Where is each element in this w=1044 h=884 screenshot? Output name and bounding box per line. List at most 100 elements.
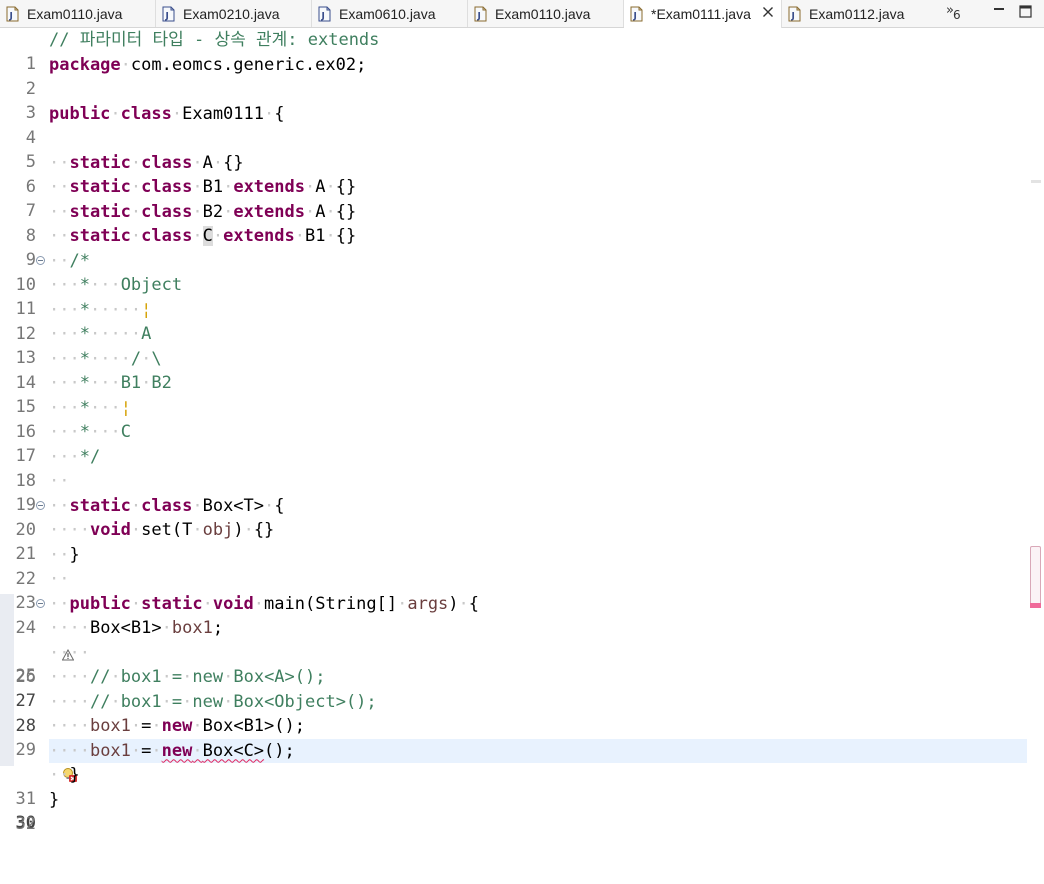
code-line-4[interactable]: 4 public·class·Exam0111·{: [0, 102, 1028, 148]
maximize-icon: [1019, 5, 1032, 18]
code-line-15[interactable]: 15 ···*···B1·B2: [0, 371, 1028, 417]
code-text: ···*···C: [49, 422, 131, 442]
code-text: ···*···B1·B2: [49, 373, 172, 393]
code-text: ··}: [49, 544, 80, 565]
code-line-20[interactable]: 20 ··static·class·Box<T>·{: [0, 494, 1028, 540]
overview-ruler[interactable]: [1028, 28, 1044, 818]
code-line-30[interactable]: 30 ····box1·=·new·Box<C>();: [0, 738, 1028, 833]
code-text: ··static·class·A·{}: [49, 152, 244, 173]
tab-label: *Exam0111.java: [651, 6, 751, 22]
minimize-button[interactable]: [993, 5, 1005, 23]
code-line-13[interactable]: 13 ···*·····A: [0, 322, 1028, 368]
tab-exam0110-b[interactable]: J Exam0110.java: [468, 0, 624, 27]
code-line-16[interactable]: 16 ···*···¦: [0, 396, 1028, 442]
code-text: ····Box<B1>·box1;: [49, 618, 224, 638]
code-line-8[interactable]: 8 ··static·class·B2·extends·A·{}: [0, 200, 1028, 246]
minimize-icon: [994, 8, 1004, 10]
code-line-21[interactable]: 21 ····void·set(T·obj)·{}: [0, 518, 1028, 564]
code-text: ··public·static·void·main(String[]·args)…: [49, 593, 480, 614]
code-line-22[interactable]: 22 ··}: [0, 543, 1028, 589]
code-text: ····//·box1·=·new·Box<Object>();: [49, 691, 377, 712]
code-text: public·class·Exam0111·{: [49, 103, 285, 124]
fold-collapse-icon[interactable]: [36, 598, 45, 608]
close-tab-icon[interactable]: [761, 5, 775, 23]
code-line-6[interactable]: 6 ··static·class·A·{}: [0, 151, 1028, 197]
code-text: ···*·····¦: [49, 299, 152, 320]
code-line-23[interactable]: 23 ··: [0, 567, 1028, 613]
code-text: ···*····/·\: [49, 348, 162, 369]
tab-exam0210[interactable]: J Exam0210.java: [156, 0, 312, 27]
code-line-10[interactable]: 10 ··/*: [0, 249, 1028, 295]
code-text: ··static·class·B2·extends·A·{}: [49, 201, 357, 222]
fold-collapse-icon[interactable]: [36, 255, 45, 265]
code-line-7[interactable]: 7 ··static·class·B1·extends·A·{}: [0, 175, 1028, 221]
svg-text:J: J: [321, 11, 325, 21]
code-text: ··}: [49, 765, 80, 785]
code-line-27[interactable]: 27 ····//·box1·=·new·Box<A>();: [0, 665, 1028, 711]
code-line-12[interactable]: 12 ···*·····¦: [0, 298, 1028, 344]
code-text: ···*·····A: [49, 324, 152, 344]
code-line-17[interactable]: 17 ···*···C: [0, 420, 1028, 466]
code-text: ····void·set(T·obj)·{}: [49, 520, 275, 540]
code-line-26[interactable]: 26 ····: [0, 641, 1028, 687]
code-text: ····box1·=·new·Box<B1>();: [49, 716, 305, 736]
java-file-icon: J: [474, 6, 487, 22]
code-line-24[interactable]: 24 ··public·static·void·main(String[]·ar…: [0, 592, 1028, 638]
code-text: package·com.eomcs.generic.ex02;: [49, 54, 367, 75]
code-text: ···*···¦: [49, 397, 131, 418]
code-line-3[interactable]: 3: [0, 77, 1028, 123]
java-file-icon: J: [630, 6, 643, 22]
fold-collapse-icon[interactable]: [36, 500, 45, 510]
code-line-25[interactable]: 25 ····Box<B1>·box1;: [0, 616, 1028, 686]
code-line-28[interactable]: 28 ····//·box1·=·new·Box<Object>();: [0, 690, 1028, 736]
tab-overflow-button[interactable]: »6: [946, 3, 962, 22]
tab-label: Exam0112.java: [809, 5, 905, 22]
code-line-2[interactable]: 2 package·com.eomcs.generic.ex02;: [0, 53, 1028, 99]
java-file-icon: J: [6, 6, 19, 22]
code-text: // 파라미터 타입 - 상속 관계: extends: [49, 30, 380, 50]
overview-scroll-thumb[interactable]: [1030, 546, 1041, 608]
editor-tab-bar: J Exam0110.java J Exam0210.java J Exam06…: [0, 0, 1044, 28]
code-line-19[interactable]: 19 ··: [0, 469, 1028, 515]
code-line-18[interactable]: 18 ···*/: [0, 445, 1028, 491]
tab-overflow-count: 6: [952, 8, 961, 22]
code-text: ··static·class·B1·extends·A·{}: [49, 177, 357, 197]
tab-exam0610[interactable]: J Exam0610.java: [312, 0, 468, 27]
svg-text:J: J: [165, 11, 169, 21]
code-line-32[interactable]: 32 }: [0, 788, 1028, 834]
code-text: ····: [49, 642, 90, 663]
code-text: ··: [49, 471, 70, 491]
code-line-1[interactable]: 1 // 파라미터 타입 - 상속 관계: extends: [0, 28, 1028, 74]
java-file-icon: J: [788, 6, 801, 22]
java-file-icon: J: [318, 6, 331, 22]
overview-error-marker[interactable]: [1030, 603, 1041, 608]
tab-label: Exam0110.java: [27, 5, 123, 22]
tab-label: Exam0610.java: [339, 5, 436, 22]
code-line-9[interactable]: 9 ··static·class·C·extends·B1·{}: [0, 224, 1028, 270]
tab-exam0111[interactable]: J *Exam0111.java: [624, 0, 782, 28]
code-text: ····box1·=·new·Box<C>();: [49, 740, 295, 761]
code-line-14[interactable]: 14 ···*····/·\: [0, 347, 1028, 393]
code-line-29[interactable]: 29 ····box1·=·new·Box<B1>();: [0, 714, 1028, 760]
code-text: ···*···Object: [49, 275, 183, 295]
code-line-5[interactable]: 5: [0, 126, 1028, 172]
code-text: ···*/: [49, 446, 101, 467]
overview-occurrence-marker[interactable]: [1031, 180, 1041, 183]
code-text: ··/*: [49, 250, 90, 271]
code-line-31[interactable]: 31 ··}: [0, 763, 1028, 809]
code-editor[interactable]: 1 // 파라미터 타입 - 상속 관계: extends 2 package·…: [0, 28, 1044, 834]
code-text: ····//·box1·=·new·Box<A>();: [49, 667, 326, 687]
code-line-11[interactable]: 11 ···*···Object: [0, 273, 1028, 319]
svg-text:J: J: [633, 12, 637, 22]
java-file-icon: J: [162, 6, 175, 22]
svg-text:J: J: [477, 11, 481, 21]
code-text: ··static·class·Box<T>·{: [49, 495, 285, 516]
code-text: }: [49, 789, 60, 810]
tab-label: Exam0210.java: [183, 5, 280, 22]
tab-label: Exam0110.java: [495, 5, 591, 22]
svg-text:J: J: [9, 11, 13, 21]
tab-exam0112[interactable]: J Exam0112.java: [782, 0, 938, 27]
tab-exam0110-a[interactable]: J Exam0110.java: [0, 0, 156, 27]
maximize-button[interactable]: [1019, 5, 1032, 23]
code-text: ··static·class·C·extends·B1·{}: [49, 226, 357, 246]
